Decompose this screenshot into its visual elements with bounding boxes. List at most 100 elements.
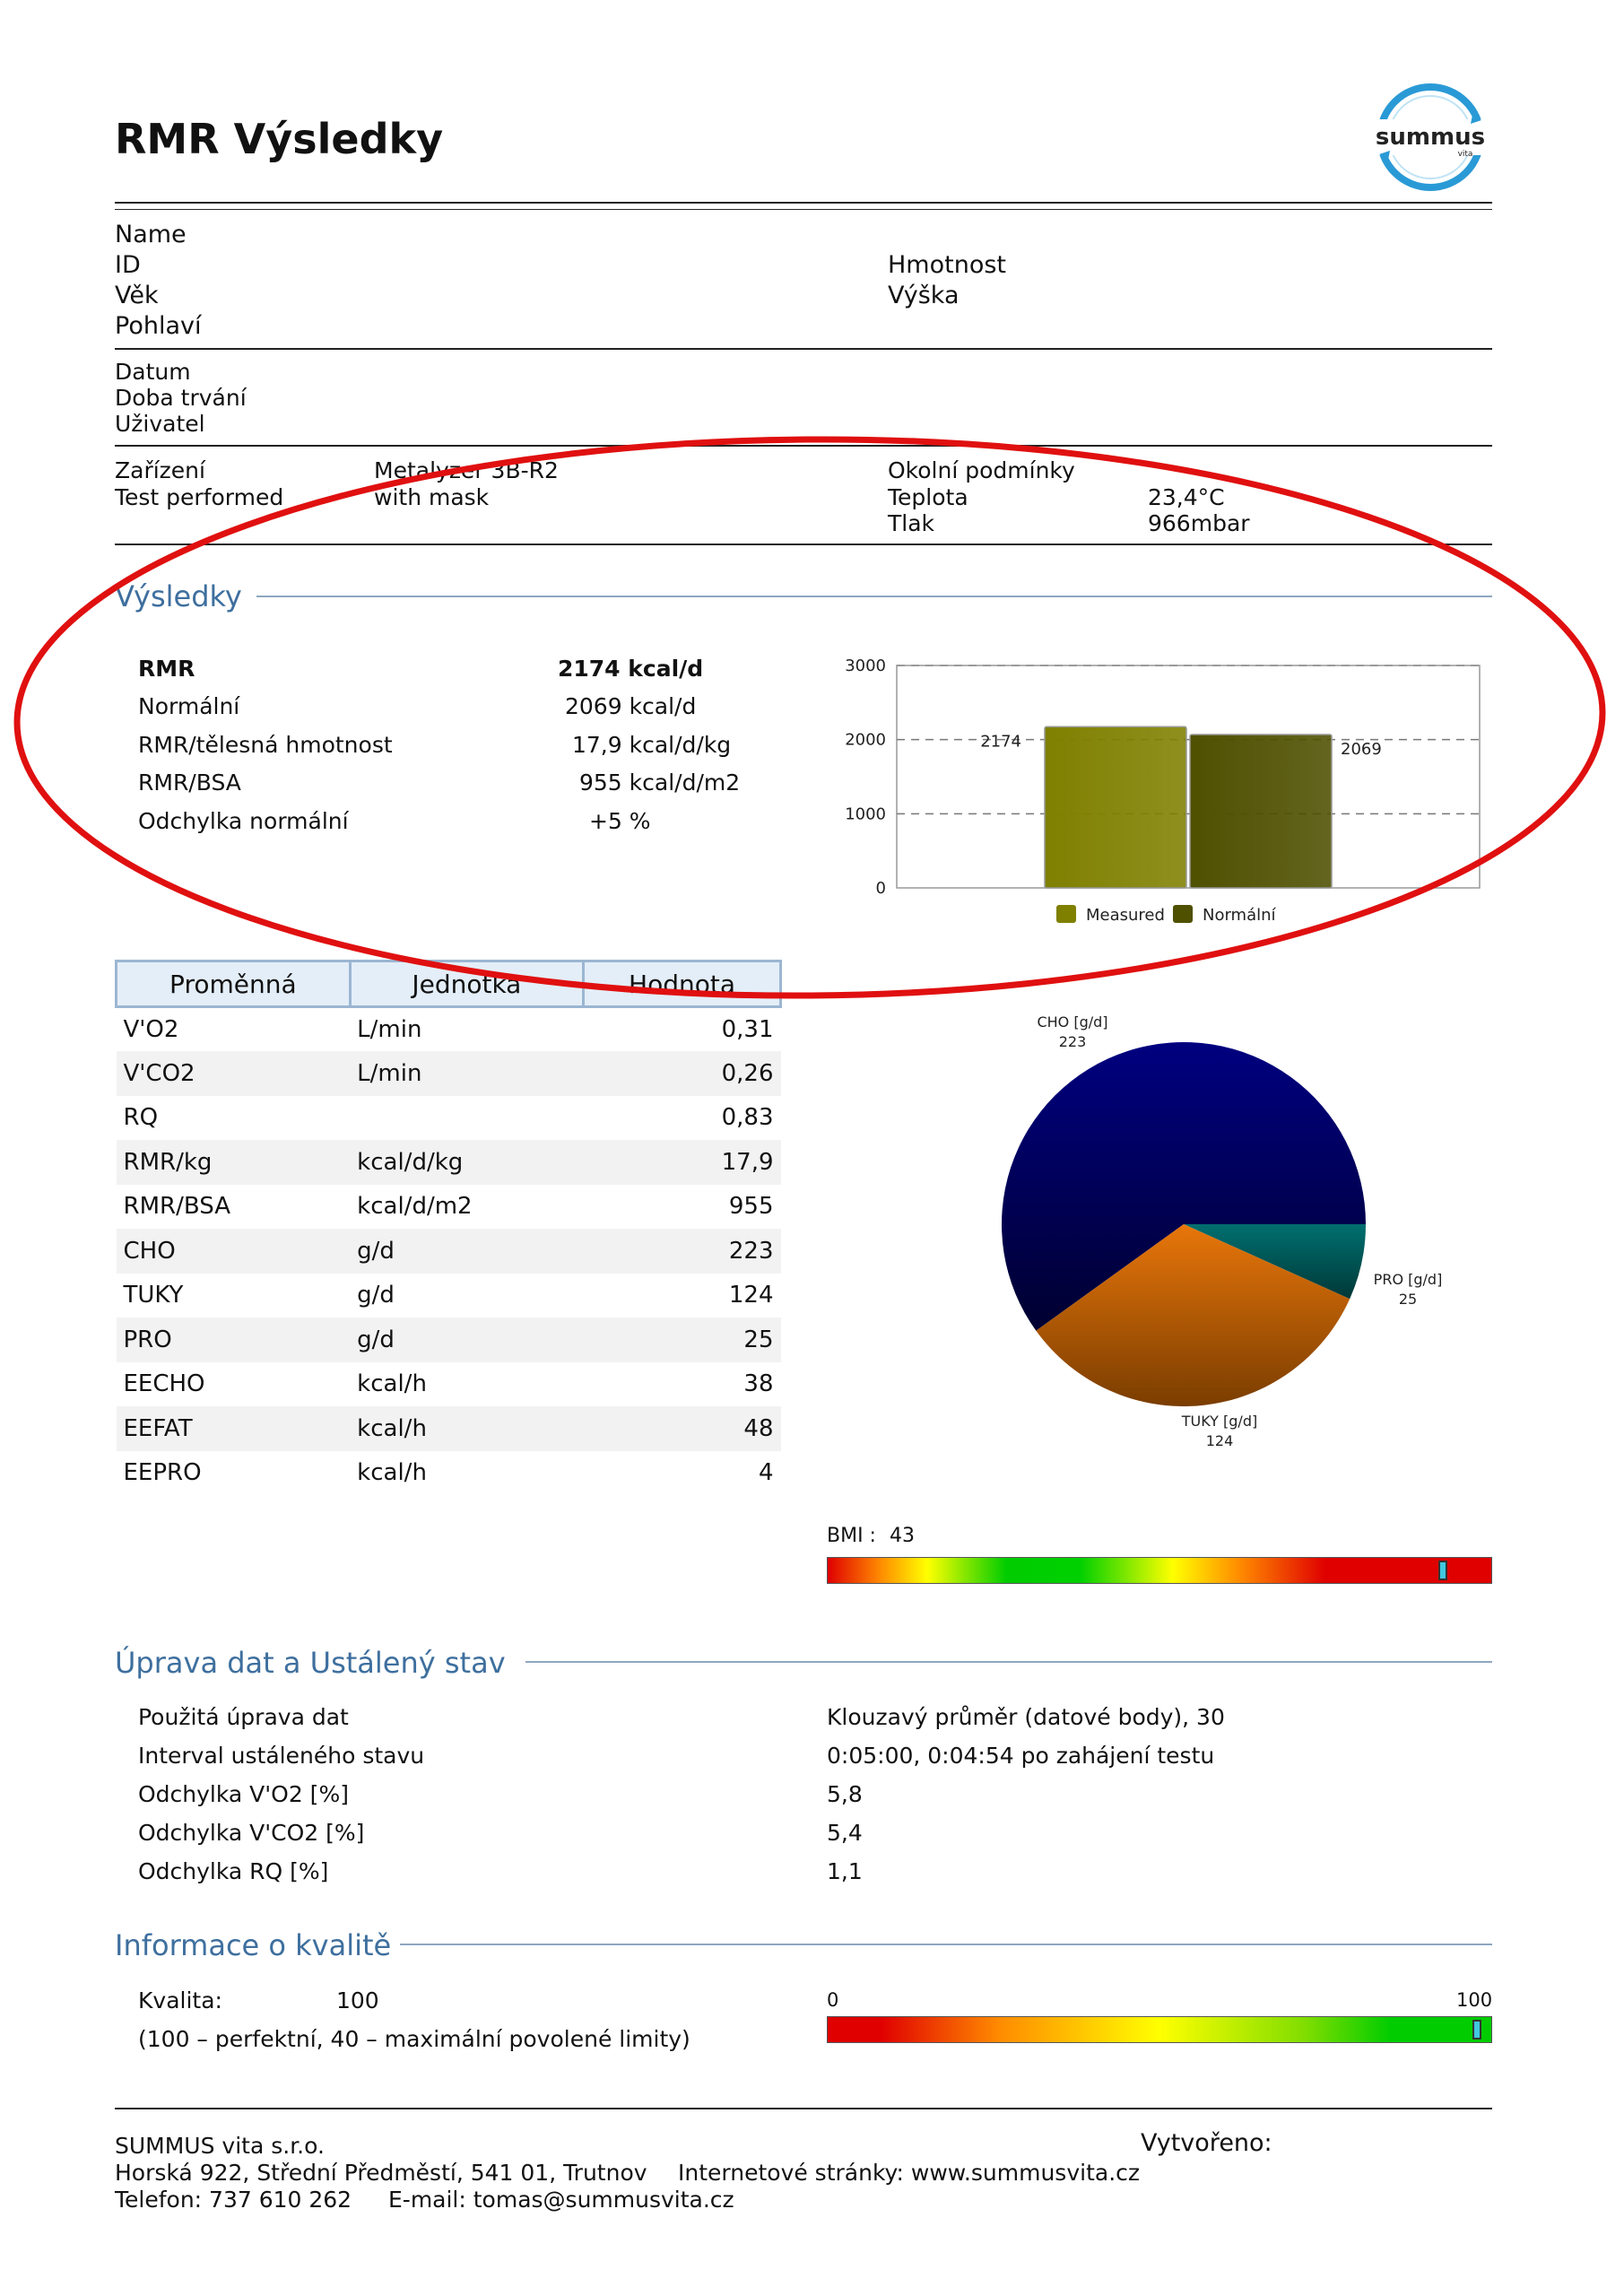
variable-name-cell: RMR/BSA — [123, 1193, 230, 1221]
table-header-row: Proměnná Jednotka Hodnota — [115, 960, 782, 1008]
steady-section-title: Úprava dat a Ustálený stav — [115, 1646, 506, 1680]
steady-label: Odchylka V'O2 [%] — [138, 1781, 349, 1807]
zarizeni-label: Zařízení — [115, 457, 205, 483]
steady-value: 1,1 — [827, 1858, 863, 1884]
steady-label: Odchylka RQ [%] — [138, 1858, 329, 1884]
okolni-label: Okolní podmínky — [888, 457, 1075, 483]
variable-name-cell: EECHO — [123, 1370, 205, 1398]
legend-swatch — [1173, 905, 1193, 923]
plot-area — [896, 665, 1481, 889]
column-header: Proměnná — [115, 960, 352, 1008]
variable-name-cell: EEFAT — [116, 1406, 351, 1451]
y-tick-label: 1000 — [845, 804, 886, 823]
steady-label: Interval ustáleného stavu — [138, 1743, 425, 1769]
id-label: ID — [115, 251, 141, 279]
unit-cell: g/d — [357, 1282, 395, 1309]
legend-label: Measured — [1086, 906, 1165, 925]
results-label: RMR/BSA — [138, 770, 241, 796]
section-line — [256, 596, 1492, 597]
table-row: RMR/kg kcal/d/kg 17,9 — [116, 1140, 781, 1185]
variable-name-cell: EEPRO — [123, 1459, 202, 1487]
value-cell: 4 — [758, 1459, 774, 1487]
steady-label: Použitá úprava dat — [138, 1704, 349, 1730]
table-row: EEFAT kcal/h 48 — [116, 1406, 781, 1451]
section-line — [525, 1661, 1492, 1663]
unit-cell: L/min — [357, 1016, 422, 1043]
pie-slice-value: 124 — [1206, 1432, 1234, 1449]
steady-label: Odchylka V'CO2 [%] — [138, 1820, 365, 1846]
divider — [115, 544, 1492, 545]
results-value: +5 % — [589, 808, 651, 834]
quality-scale-min: 0 — [827, 1989, 839, 2011]
logo-subtext: vita — [1458, 150, 1473, 159]
variable-name-cell: V'CO2 — [116, 1051, 351, 1096]
pohlavi-label: Pohlaví — [115, 312, 202, 340]
variable-name-cell: PRO — [116, 1318, 351, 1362]
bar-value-label: 2174 — [980, 732, 1021, 751]
results-value: 2069 kcal/d — [565, 693, 697, 719]
vek-label: Věk — [115, 282, 159, 309]
bmi-label: BMI : — [827, 1525, 876, 1547]
unit-cell: kcal/h — [350, 1406, 584, 1451]
summus-logo: summus vita — [1372, 79, 1489, 196]
tlak-label: Tlak — [888, 510, 935, 536]
header-divider-thin — [115, 209, 1492, 210]
variable-name-cell: CHO — [116, 1229, 351, 1274]
pie-slice-label: CHO [g/d] — [1037, 1013, 1107, 1031]
pie-slice-label: TUKY [g/d] — [1181, 1413, 1257, 1430]
column-header: Hodnota — [582, 960, 782, 1008]
table-row: TUKY g/d 124 — [117, 1274, 781, 1318]
test-value: with mask — [374, 484, 490, 510]
vyska-label: Výška — [888, 282, 960, 309]
header-divider — [115, 202, 1492, 204]
teplota-label: Teplota — [888, 484, 968, 510]
legend-label: Normální — [1203, 906, 1277, 925]
y-tick-label: 3000 — [845, 657, 886, 675]
footer-address: Horská 922, Střední Předměstí, 541 01, T… — [115, 2160, 647, 2186]
bmi-gauge — [827, 1557, 1492, 1584]
value-cell: 48 — [583, 1406, 781, 1451]
tlak-value: 966mbar — [1148, 510, 1250, 536]
results-label: Odchylka normální — [138, 808, 349, 834]
unit-cell: kcal/d/m2 — [357, 1193, 473, 1221]
results-label: RMR/tělesná hmotnost — [138, 732, 393, 758]
footer-email: E-mail: tomas@summusvita.cz — [388, 2187, 734, 2213]
variable-name-cell: RMR/kg — [116, 1140, 351, 1185]
value-cell: 0,83 — [721, 1104, 774, 1132]
value-cell: 955 — [728, 1193, 774, 1221]
name-label: Name — [115, 221, 187, 248]
table-row: EEPRO kcal/h 4 — [117, 1451, 781, 1496]
footer-created-label: Vytvořeno: — [1141, 2129, 1272, 2157]
steady-value: Klouzavý průměr (datové body), 30 — [827, 1704, 1225, 1730]
results-value: 2174 kcal/d — [558, 656, 704, 682]
divider — [115, 445, 1492, 447]
results-section-title: Výsledky — [115, 579, 242, 613]
value-cell: 223 — [583, 1229, 781, 1274]
teplota-value: 23,4°C — [1148, 484, 1225, 510]
unit-cell: L/min — [350, 1051, 584, 1096]
bmi-marker — [1437, 1561, 1447, 1580]
macronutrient-pie-chart: CHO [g/d] 223 PRO [g/d] 25 TUKY [g/d] 124 — [1002, 1013, 1442, 1449]
legend-swatch — [1056, 905, 1076, 923]
variable-name-cell: RQ — [123, 1104, 159, 1132]
logo-text: summus — [1376, 124, 1485, 151]
table-row: EECHO kcal/h 38 — [117, 1362, 781, 1407]
hmotnost-label: Hmotnost — [888, 251, 1006, 279]
value-cell: 17,9 — [583, 1140, 781, 1185]
unit-cell: g/d — [350, 1318, 584, 1362]
table-row: RMR/BSA kcal/d/m2 955 — [117, 1185, 781, 1230]
table-row: V'CO2 L/min 0,26 — [116, 1051, 781, 1096]
value-cell: 38 — [743, 1370, 774, 1398]
footer-company: SUMMUS vita s.r.o. — [115, 2133, 325, 2159]
unit-cell: kcal/d/kg — [350, 1140, 584, 1185]
divider — [115, 348, 1492, 350]
pie-slice-value: 25 — [1399, 1291, 1417, 1308]
table-row: V'O2 L/min 0,31 — [117, 1007, 781, 1052]
results-label: Normální — [138, 693, 240, 719]
steady-value: 0:05:00, 0:04:54 po zahájení testu — [827, 1743, 1215, 1769]
datum-label: Datum — [115, 359, 191, 385]
results-value: 955 kcal/d/m2 — [579, 770, 741, 796]
unit-cell — [350, 1096, 583, 1141]
footer-divider — [115, 2108, 1492, 2109]
page-title: RMR Výsledky — [115, 115, 444, 163]
